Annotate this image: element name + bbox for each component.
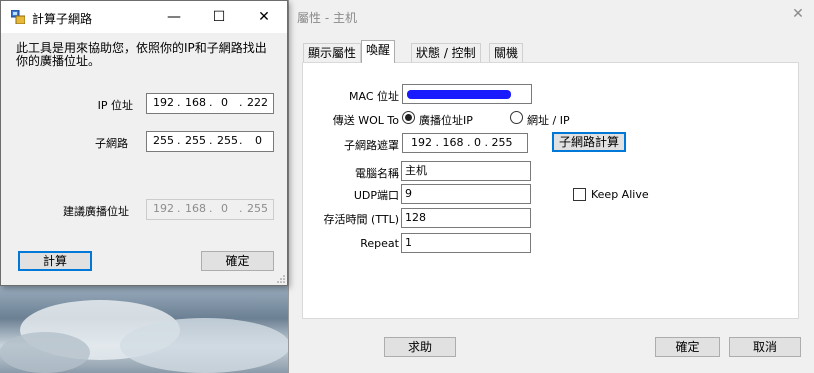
broadcast-octet: 0 [221, 202, 228, 215]
subnet-mask-field[interactable]: 192 . 168 . 0 . 255 [402, 133, 528, 153]
subnet-label: 子網路 [95, 137, 128, 150]
calculate-button[interactable]: 計算 [18, 251, 92, 271]
broadcast-octet: 192 [153, 202, 174, 215]
dialog-title: 計算子網路 [32, 12, 93, 26]
repeat-label: Repeat [360, 237, 399, 250]
broadcast-octet: 255 [247, 202, 268, 215]
minimize-icon[interactable]: — [151, 1, 197, 33]
subnet-calc-button[interactable]: 子網路計算 [552, 132, 626, 152]
ip-address-label: IP 位址 [97, 99, 133, 112]
tab-wake[interactable]: 喚醒 [361, 40, 396, 63]
repeat-field[interactable]: 1 [401, 233, 531, 253]
radio-broadcast-label: 廣播位址IP [419, 114, 473, 127]
wallpaper-cloud [120, 318, 290, 373]
mask-octet: 255 [153, 134, 174, 147]
subnet-input[interactable]: 255 . 255 . 255 . 0 [146, 131, 274, 152]
cancel-button[interactable]: 取消 [729, 337, 801, 357]
wallpaper-cloud [0, 332, 90, 373]
ip-octet: 192 [153, 96, 174, 109]
subnet-calculator-dialog: 計算子網路 — ☐ ✕ 此工具是用來協助您，依照你的IP和子網路找出你的廣播位址… [0, 0, 288, 286]
wake-tab-panel: MAC 位址 傳送 WOL To 廣播位址IP 網址 / IP 子網路遮罩 19… [302, 62, 799, 319]
redacted-mac-value [407, 90, 511, 99]
ok-button[interactable]: 確定 [655, 337, 720, 357]
close-icon[interactable]: ✕ [241, 1, 287, 33]
mac-label: MAC 位址 [349, 90, 399, 103]
maximize-icon[interactable]: ☐ [196, 1, 242, 33]
network-app-icon [11, 10, 25, 24]
udp-port-field[interactable]: 9 [401, 184, 531, 204]
properties-window: 屬性 - 主机 ✕ 顯示屬性 喚醒 狀態 / 控制 關機 MAC 位址 傳送 W… [288, 0, 814, 373]
radio-url-label: 網址 / IP [527, 114, 570, 127]
dialog-description: 此工具是用來協助您，依照你的IP和子網路找出你的廣播位址。 [16, 41, 267, 68]
radio-broadcast-ip[interactable] [402, 111, 415, 124]
ip-octet: 0 [221, 96, 228, 109]
broadcast-address-label: 建議廣播位址 [63, 205, 129, 218]
tab-status-control[interactable]: 狀態 / 控制 [411, 43, 481, 62]
window-title: 屬性 - 主机 [297, 11, 357, 25]
udp-port-label: UDP端口 [353, 189, 399, 202]
ip-address-input[interactable]: 192 . 168 . 0 . 222 [146, 93, 274, 114]
computer-name-label: 電腦名稱 [355, 167, 399, 180]
mask-octet: 255 [185, 134, 206, 147]
keep-alive-label: Keep Alive [591, 188, 649, 201]
broadcast-octet: 168 [185, 202, 206, 215]
tab-shutdown[interactable]: 關機 [489, 43, 524, 62]
mac-field[interactable] [402, 84, 532, 104]
ip-octet: 168 [185, 96, 206, 109]
keep-alive-checkbox[interactable] [573, 188, 586, 201]
dialog-ok-button[interactable]: 確定 [201, 251, 274, 271]
subnet-mask-label: 子網路遮罩 [344, 139, 399, 152]
mask-octet: 255 [217, 134, 238, 147]
mask-octet: 0 [255, 134, 262, 147]
tab-display-properties[interactable]: 顯示屬性 [303, 43, 362, 62]
resize-grip-icon[interactable] [277, 275, 285, 283]
close-icon[interactable]: ✕ [789, 5, 807, 23]
radio-url-ip[interactable] [510, 111, 523, 124]
ip-octet: 222 [247, 96, 268, 109]
ttl-field[interactable]: 128 [401, 208, 531, 228]
computer-name-field[interactable]: 主机 [401, 161, 531, 181]
wol-target-label: 傳送 WOL To [332, 114, 399, 127]
help-button[interactable]: 求助 [384, 337, 456, 357]
ttl-label: 存活時間 (TTL) [323, 213, 399, 226]
broadcast-address-output: 192 . 168 . 0 . 255 [146, 199, 274, 220]
